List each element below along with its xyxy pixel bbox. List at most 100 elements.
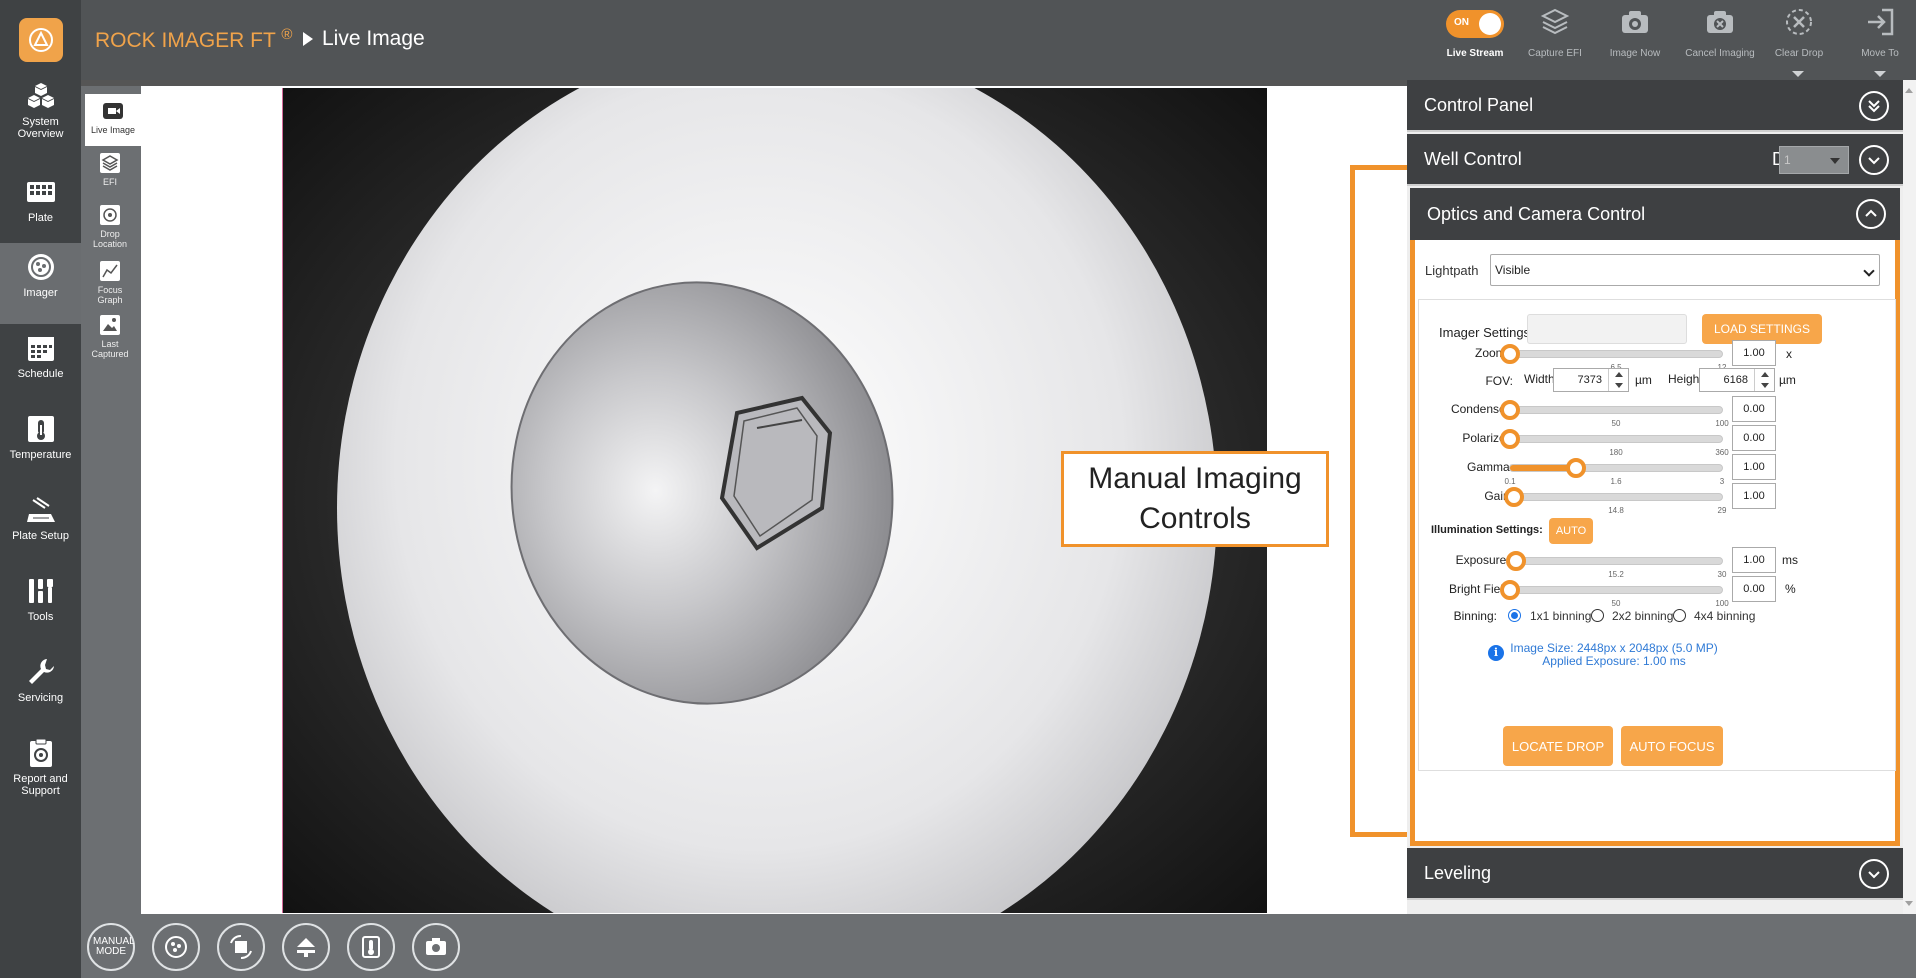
capture-efi-button[interactable]: Capture EFI	[1513, 6, 1597, 76]
nav-label: Temperature	[9, 449, 72, 461]
tab-focus-graph[interactable]: Focus Graph	[81, 254, 139, 312]
nav-plate[interactable]: Plate	[0, 168, 81, 248]
tab-label: Live Image	[90, 125, 136, 135]
slider-thumb[interactable]	[1500, 400, 1520, 420]
calendar-icon	[27, 337, 54, 361]
tool-label: Clear Drop	[1774, 48, 1824, 59]
zoom-value-input[interactable]: 1.00	[1732, 340, 1776, 366]
binning-4x4-radio[interactable]	[1673, 609, 1686, 622]
nav-label: Imager	[23, 287, 58, 299]
lightpath-value: Visible	[1495, 263, 1531, 277]
chevron-down-icon[interactable]	[1859, 145, 1889, 175]
leveling-header[interactable]: Leveling	[1407, 848, 1903, 900]
chevron-down-icon[interactable]	[1859, 859, 1889, 889]
gain-value-input[interactable]: 1.00	[1732, 483, 1776, 509]
clear-drop-caret-icon[interactable]	[1792, 71, 1804, 77]
slider-thumb[interactable]	[1506, 551, 1527, 571]
cancel-imaging-button[interactable]: Cancel Imaging	[1678, 6, 1762, 76]
optics-camera-header[interactable]: Optics and Camera Control	[1410, 188, 1900, 240]
tab-last-captured[interactable]: Last Captured	[81, 308, 139, 366]
breadcrumb-arrow-icon	[303, 32, 313, 46]
imager-view-button[interactable]	[152, 923, 200, 971]
wrench-icon	[28, 659, 54, 684]
gain-slider[interactable]: 14.8 29	[1504, 487, 1726, 515]
imager-settings-input[interactable]	[1527, 314, 1687, 344]
tick-label: 180	[1609, 448, 1623, 457]
gamma-slider[interactable]: 0.1 1.6 3	[1504, 458, 1724, 486]
nav-servicing[interactable]: Servicing	[0, 648, 81, 728]
tab-live-image[interactable]: Live Image	[85, 94, 141, 146]
zoom-slider[interactable]: 6.5 12	[1500, 344, 1726, 372]
nav-label: Plate Setup	[12, 530, 69, 542]
tools-icon	[28, 579, 53, 603]
right-control-panel: Control Panel Well Control Drop 1 Optics…	[1407, 80, 1903, 914]
polarizer-slider[interactable]: 180 360	[1500, 429, 1729, 457]
exposure-value-input[interactable]: 1.00	[1732, 547, 1776, 573]
drop-select[interactable]: 1	[1779, 146, 1849, 174]
bright-field-slider[interactable]: 50 100	[1500, 580, 1729, 608]
nav-imager[interactable]: Imager	[0, 243, 81, 324]
nav-plate-setup[interactable]: Plate Setup	[0, 486, 81, 566]
manual-mode-button[interactable]: MANUAL MODE	[87, 923, 135, 971]
condenser-slider[interactable]: 50 100	[1500, 400, 1729, 428]
polarizer-value-input[interactable]: 0.00	[1732, 425, 1776, 451]
gamma-value-input[interactable]: 1.00	[1732, 454, 1776, 480]
spinner-arrows-icon[interactable]	[1754, 369, 1774, 391]
imager-settings-card: Imager Settings LOAD SETTINGS Zoom: 6.5 …	[1418, 299, 1896, 771]
nav-system-overview[interactable]: System Overview	[0, 72, 81, 152]
fov-width-input[interactable]: 7373	[1553, 368, 1629, 392]
well-control-header[interactable]: Well Control Drop 1	[1407, 134, 1903, 186]
bright-field-value-input[interactable]: 0.00	[1732, 576, 1776, 602]
clear-drop-button[interactable]: Clear Drop	[1757, 6, 1841, 76]
auto-focus-button[interactable]: AUTO FOCUS	[1621, 726, 1723, 766]
imager-icon	[27, 254, 54, 280]
control-panel-header[interactable]: Control Panel	[1407, 80, 1903, 132]
spinner-arrows-icon[interactable]	[1608, 369, 1628, 391]
slider-thumb[interactable]	[1500, 429, 1520, 449]
live-stream-toggle[interactable]: ON Live Stream	[1433, 6, 1517, 76]
chevron-up-icon[interactable]	[1856, 199, 1886, 229]
temperature-button[interactable]	[347, 923, 395, 971]
nav-report-support[interactable]: Report and Support	[0, 729, 81, 817]
image-info: Image Size: 2448px x 2048px (5.0 MP) App…	[1509, 642, 1719, 668]
slider-thumb[interactable]	[1500, 580, 1520, 600]
condenser-value-input[interactable]: 0.00	[1732, 396, 1776, 422]
tick-label: 0.1	[1504, 477, 1516, 486]
app-title: ROCK IMAGER FT ®	[95, 26, 293, 52]
auto-illumination-button[interactable]: AUTO	[1549, 518, 1593, 544]
zoom-label: Zoom:	[1474, 346, 1509, 360]
move-to-caret-icon[interactable]	[1874, 71, 1886, 77]
tool-label: Live Stream	[1446, 48, 1504, 59]
locate-drop-button[interactable]: LOCATE DROP	[1503, 726, 1613, 766]
rotate-capture-button[interactable]	[217, 923, 265, 971]
slider-thumb[interactable]	[1565, 458, 1586, 478]
eject-plate-button[interactable]	[282, 923, 330, 971]
fov-height-input[interactable]: 6168	[1699, 368, 1775, 392]
photo-icon	[100, 315, 120, 335]
tab-drop-location[interactable]: Drop Location	[81, 198, 139, 256]
binning-2x2-radio[interactable]	[1591, 609, 1604, 622]
tab-efi[interactable]: EFI	[81, 146, 139, 198]
binning-1x1-radio[interactable]	[1508, 609, 1521, 622]
target-icon	[100, 205, 120, 225]
binning-label: Binning:	[1453, 609, 1497, 623]
scroll-up-icon[interactable]	[1905, 88, 1913, 93]
button-label: AUTO FOCUS	[1629, 738, 1715, 754]
image-now-button[interactable]: Image Now	[1593, 6, 1677, 76]
gain-label: Gain:	[1484, 489, 1513, 503]
nav-tools[interactable]: Tools	[0, 567, 81, 647]
nav-temperature[interactable]: Temperature	[0, 405, 81, 485]
slider-thumb[interactable]	[1500, 344, 1520, 364]
cancel-camera-icon	[1707, 11, 1733, 33]
camera-settings-button[interactable]	[412, 923, 460, 971]
toggle-switch[interactable]: ON	[1446, 10, 1504, 38]
exposure-slider[interactable]: 15.2 30	[1506, 551, 1726, 579]
nav-schedule[interactable]: Schedule	[0, 324, 81, 404]
panel-scrollbar[interactable]	[1903, 80, 1916, 914]
plate-grid-icon	[26, 182, 55, 202]
slider-thumb[interactable]	[1504, 487, 1525, 507]
scroll-down-icon[interactable]	[1905, 901, 1913, 906]
lightpath-select[interactable]: Visible	[1490, 254, 1880, 286]
move-to-button[interactable]: Move To	[1838, 6, 1916, 76]
double-chevron-down-icon[interactable]	[1859, 91, 1889, 121]
